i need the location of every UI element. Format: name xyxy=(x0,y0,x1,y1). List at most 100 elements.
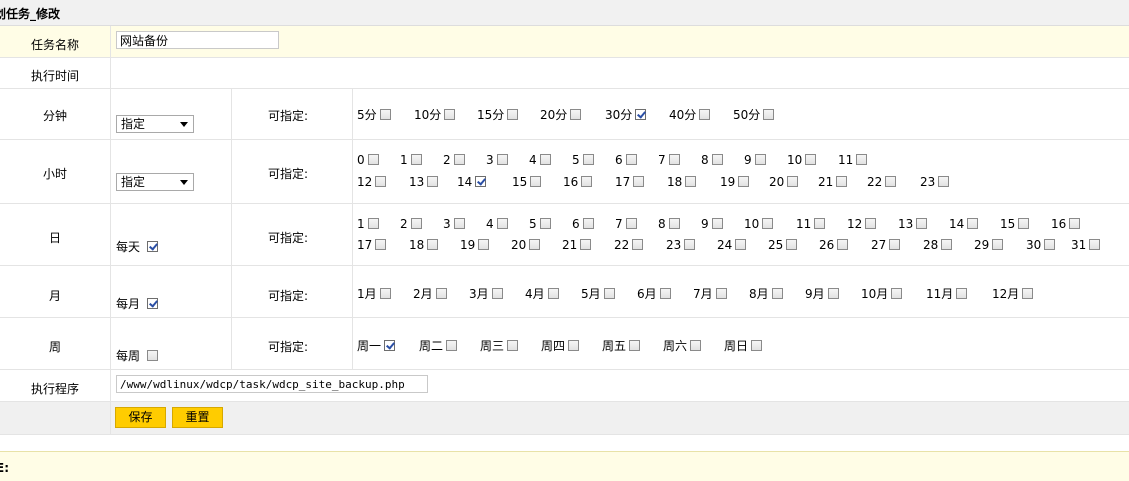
day-option[interactable]: 15 xyxy=(1000,217,1030,231)
hour-option-checkbox[interactable] xyxy=(787,176,799,187)
hour-option-checkbox[interactable] xyxy=(475,176,487,187)
day-option[interactable]: 31 xyxy=(1071,238,1101,252)
month-option[interactable]: 3月 xyxy=(469,285,503,302)
hour-option[interactable]: 4 xyxy=(529,153,551,167)
month-option-checkbox[interactable] xyxy=(715,288,727,299)
day-option-checkbox[interactable] xyxy=(496,218,508,229)
hour-option-checkbox[interactable] xyxy=(738,176,750,187)
hour-option[interactable]: 21 xyxy=(818,175,848,189)
hour-option[interactable]: 17 xyxy=(615,175,645,189)
month-option[interactable]: 7月 xyxy=(693,285,727,302)
month-option-checkbox[interactable] xyxy=(827,288,839,299)
hour-option-checkbox[interactable] xyxy=(633,176,645,187)
weekday-option-checkbox[interactable] xyxy=(629,340,641,351)
day-option-checkbox[interactable] xyxy=(762,218,774,229)
hour-option[interactable]: 9 xyxy=(744,153,766,167)
day-option[interactable]: 18 xyxy=(409,238,439,252)
weekday-option-checkbox[interactable] xyxy=(751,340,763,351)
hour-option[interactable]: 8 xyxy=(701,153,723,167)
weekday-option[interactable]: 周六 xyxy=(663,337,702,354)
hour-option-checkbox[interactable] xyxy=(938,176,950,187)
day-option[interactable]: 6 xyxy=(572,217,594,231)
week-every-checkbox[interactable] xyxy=(146,350,158,361)
hour-mode-select[interactable]: 指定 xyxy=(116,173,194,191)
day-option[interactable]: 10 xyxy=(744,217,774,231)
day-option-checkbox[interactable] xyxy=(992,239,1004,250)
day-option[interactable]: 14 xyxy=(949,217,979,231)
minute-option-checkbox[interactable] xyxy=(507,109,519,120)
day-option-checkbox[interactable] xyxy=(837,239,849,250)
day-option-checkbox[interactable] xyxy=(668,218,680,229)
month-option[interactable]: 11月 xyxy=(926,285,968,302)
day-option-checkbox[interactable] xyxy=(967,218,979,229)
day-option-checkbox[interactable] xyxy=(375,239,387,250)
day-option[interactable]: 11 xyxy=(796,217,826,231)
hour-option[interactable]: 18 xyxy=(667,175,697,189)
minute-option-checkbox[interactable] xyxy=(699,109,711,120)
month-option[interactable]: 5月 xyxy=(581,285,615,302)
day-option[interactable]: 8 xyxy=(658,217,680,231)
month-option-checkbox[interactable] xyxy=(435,288,447,299)
day-option[interactable]: 16 xyxy=(1051,217,1081,231)
month-option-checkbox[interactable] xyxy=(603,288,615,299)
minute-option-checkbox[interactable] xyxy=(444,109,456,120)
day-option[interactable]: 20 xyxy=(511,238,541,252)
hour-option[interactable]: 2 xyxy=(443,153,465,167)
day-option[interactable]: 5 xyxy=(529,217,551,231)
hour-option[interactable]: 0 xyxy=(357,153,379,167)
hour-option-checkbox[interactable] xyxy=(530,176,542,187)
hour-option[interactable]: 1 xyxy=(400,153,422,167)
hour-option[interactable]: 13 xyxy=(409,175,439,189)
hour-option[interactable]: 11 xyxy=(838,153,868,167)
save-button[interactable]: 保存 xyxy=(115,407,166,428)
hour-option-checkbox[interactable] xyxy=(685,176,697,187)
minute-option-checkbox[interactable] xyxy=(570,109,582,120)
reset-button[interactable]: 重置 xyxy=(172,407,223,428)
day-option[interactable]: 12 xyxy=(847,217,877,231)
minute-option-checkbox[interactable] xyxy=(635,109,647,120)
day-option-checkbox[interactable] xyxy=(539,218,551,229)
day-option-checkbox[interactable] xyxy=(941,239,953,250)
day-option[interactable]: 24 xyxy=(717,238,747,252)
hour-option[interactable]: 16 xyxy=(563,175,593,189)
day-option-checkbox[interactable] xyxy=(1069,218,1081,229)
month-option-checkbox[interactable] xyxy=(771,288,783,299)
day-option-checkbox[interactable] xyxy=(580,239,592,250)
day-option[interactable]: 1 xyxy=(357,217,379,231)
day-every-checkbox[interactable] xyxy=(146,241,158,252)
weekday-option-checkbox[interactable] xyxy=(507,340,519,351)
month-option[interactable]: 6月 xyxy=(637,285,671,302)
month-every[interactable]: 每月 xyxy=(116,295,158,312)
minute-option[interactable]: 10分 xyxy=(414,106,456,123)
day-option[interactable]: 28 xyxy=(923,238,953,252)
minute-option[interactable]: 50分 xyxy=(733,106,775,123)
month-option[interactable]: 8月 xyxy=(749,285,783,302)
day-option[interactable]: 13 xyxy=(898,217,928,231)
day-option-checkbox[interactable] xyxy=(367,218,379,229)
hour-option-checkbox[interactable] xyxy=(625,154,637,165)
month-option[interactable]: 1月 xyxy=(357,285,391,302)
hour-option[interactable]: 20 xyxy=(769,175,799,189)
day-option-checkbox[interactable] xyxy=(427,239,439,250)
day-option-checkbox[interactable] xyxy=(1089,239,1101,250)
program-path-input[interactable]: /www/wdlinux/wdcp/task/wdcp_site_backup.… xyxy=(116,375,428,393)
day-option[interactable]: 19 xyxy=(460,238,490,252)
day-option-checkbox[interactable] xyxy=(582,218,594,229)
day-option-checkbox[interactable] xyxy=(625,218,637,229)
day-option[interactable]: 17 xyxy=(357,238,387,252)
weekday-option-checkbox[interactable] xyxy=(446,340,458,351)
day-option[interactable]: 26 xyxy=(819,238,849,252)
minute-mode-select[interactable]: 指定 xyxy=(116,115,194,133)
day-option-checkbox[interactable] xyxy=(814,218,826,229)
day-option-checkbox[interactable] xyxy=(916,218,928,229)
day-option-checkbox[interactable] xyxy=(478,239,490,250)
day-option-checkbox[interactable] xyxy=(711,218,723,229)
hour-option-checkbox[interactable] xyxy=(754,154,766,165)
day-option-checkbox[interactable] xyxy=(1044,239,1056,250)
hour-option[interactable]: 3 xyxy=(486,153,508,167)
hour-option[interactable]: 22 xyxy=(867,175,897,189)
weekday-option[interactable]: 周二 xyxy=(419,337,458,354)
day-option[interactable]: 21 xyxy=(562,238,592,252)
month-option-checkbox[interactable] xyxy=(491,288,503,299)
hour-option-checkbox[interactable] xyxy=(410,154,422,165)
